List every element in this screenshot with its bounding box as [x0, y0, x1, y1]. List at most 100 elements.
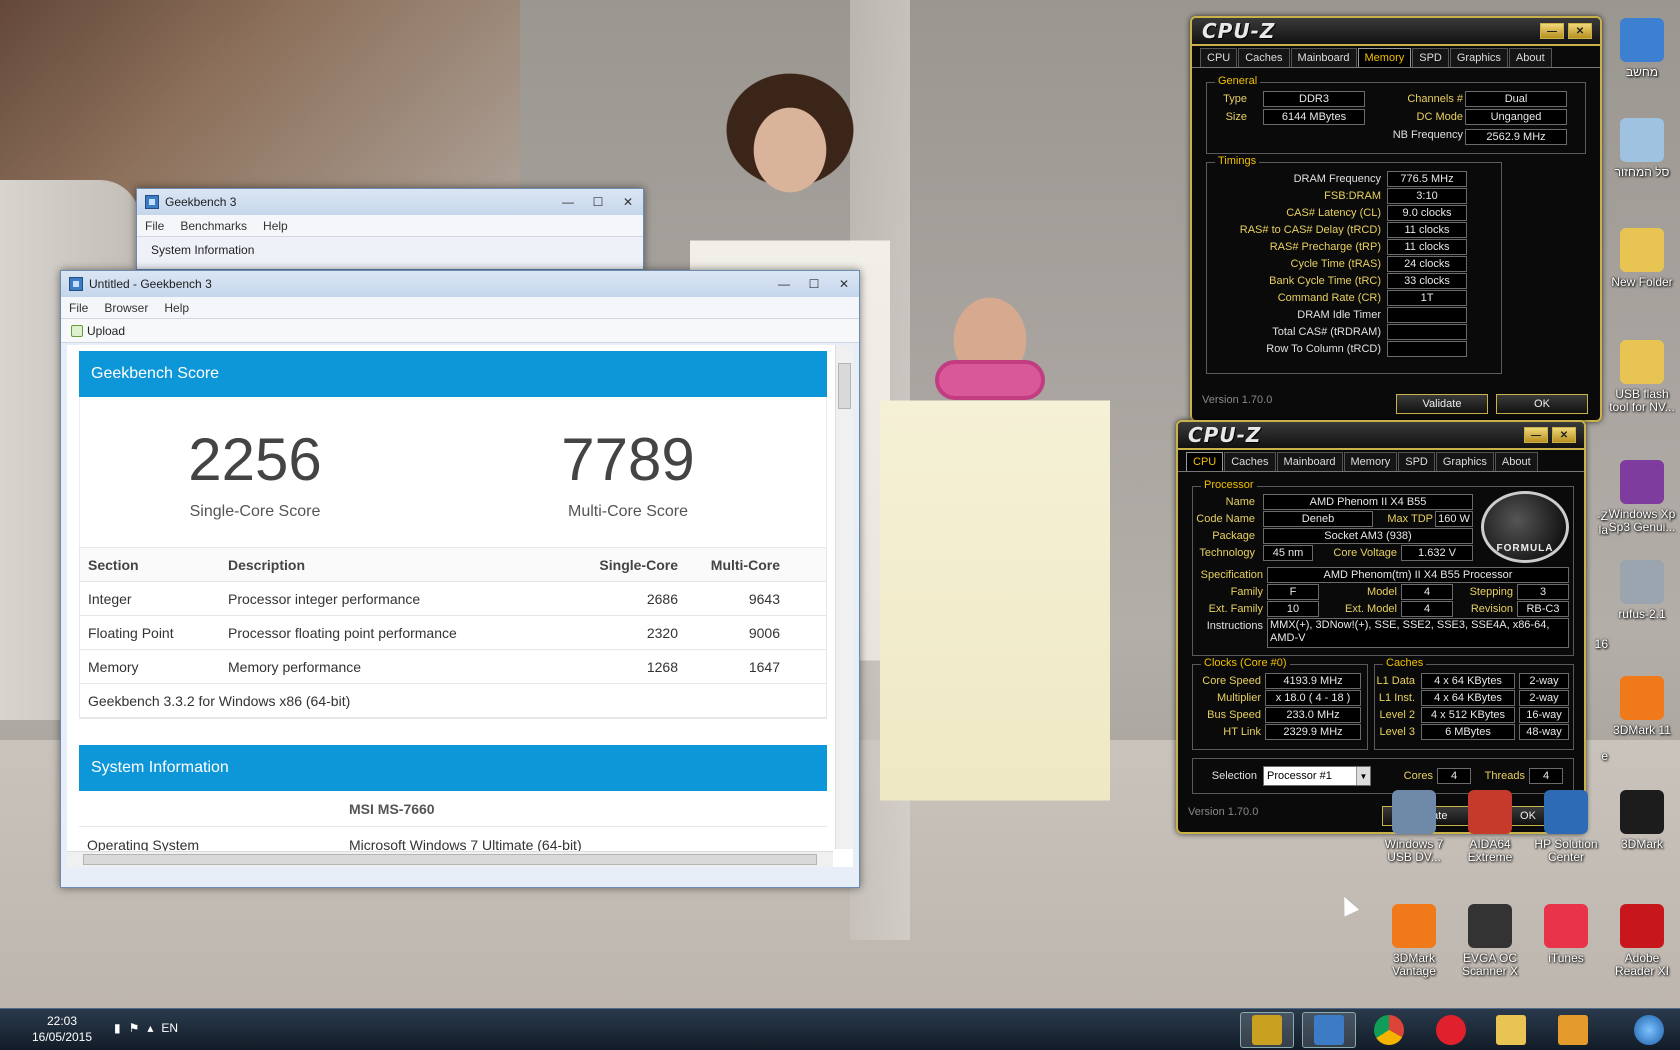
title-bar[interactable]: Geekbench 3 — ☐ ✕: [137, 189, 643, 215]
taskbar-explorer-button[interactable]: [1484, 1012, 1538, 1048]
menu-file[interactable]: File: [61, 301, 96, 315]
timing-value: 776.5 MHz: [1387, 171, 1467, 187]
maximize-button[interactable]: ☐: [583, 192, 613, 212]
start-button[interactable]: [1622, 1012, 1676, 1048]
tab-caches[interactable]: Caches: [1238, 48, 1290, 67]
desktop-icon-label: Adobe Reader XI: [1614, 951, 1670, 978]
flag-icon[interactable]: ⚑: [129, 1021, 140, 1035]
tab-cpu[interactable]: CPU: [1186, 452, 1224, 471]
single-core-label: Single-Core Score: [189, 503, 321, 520]
level3-label: Level 3: [1379, 726, 1415, 738]
core-speed-value: 4193.9 MHz: [1265, 673, 1361, 689]
close-button[interactable]: ✕: [829, 274, 859, 294]
tab-graphics[interactable]: Graphics: [1435, 452, 1494, 471]
ok-button[interactable]: OK: [1496, 394, 1588, 414]
desktop-icon[interactable]: USB flash tool for NV...: [1604, 340, 1680, 414]
geekbench-back-window[interactable]: Geekbench 3 — ☐ ✕ File Benchmarks Help S…: [136, 188, 644, 270]
desktop-icon[interactable]: Windows 7 USB DV...: [1376, 790, 1452, 864]
desktop-icon[interactable]: מחשב: [1604, 18, 1680, 79]
tab-about[interactable]: About: [1494, 452, 1538, 471]
title-bar[interactable]: Untitled - Geekbench 3 — ☐ ✕: [61, 271, 859, 297]
close-button[interactable]: ✕: [613, 192, 643, 212]
tab-graphics[interactable]: Graphics: [1449, 48, 1508, 67]
upload-button[interactable]: Upload: [71, 324, 125, 338]
size-value: 6144 MBytes: [1263, 109, 1365, 125]
cell-description: Processor integer performance: [228, 590, 421, 607]
maximize-button[interactable]: ☐: [799, 274, 829, 294]
desktop-icon[interactable]: HP Solution Center: [1528, 790, 1604, 864]
multi-core-label: Multi-Core Score: [567, 503, 689, 520]
scroll-thumb[interactable]: [83, 854, 817, 865]
taskbar-media-button[interactable]: [1546, 1012, 1600, 1048]
tab-memory[interactable]: Memory: [1343, 452, 1398, 471]
cell-multi: 9643: [748, 590, 780, 607]
menu-browser[interactable]: Browser: [96, 301, 156, 315]
desktop-icon[interactable]: Windows Xp Sp3 Genui...: [1604, 460, 1680, 534]
tab-mainboard[interactable]: Mainboard: [1290, 48, 1357, 67]
horizontal-scrollbar[interactable]: [67, 851, 833, 867]
title-bar[interactable]: CPU-Z — ✕: [1192, 18, 1600, 46]
desktop-icon-label: Windows 7 USB DV...: [1384, 837, 1444, 864]
level2-way: 16-way: [1519, 707, 1569, 723]
tab-bar: CPU Caches Mainboard Memory SPD Graphics…: [1192, 46, 1600, 68]
package-label: Package: [1212, 530, 1255, 542]
scroll-thumb[interactable]: [838, 363, 851, 409]
desktop-icon[interactable]: Adobe Reader XI: [1604, 904, 1680, 978]
taskbar-opera-button[interactable]: [1424, 1012, 1478, 1048]
results-panel[interactable]: Geekbench Score 2256 Single-Core Score 7…: [67, 345, 853, 867]
minimize-button[interactable]: —: [1524, 427, 1548, 443]
desktop-icon[interactable]: EVGA OC Scanner X: [1452, 904, 1528, 978]
desktop-icon[interactable]: AIDA64 Extreme: [1452, 790, 1528, 864]
maxtdp-label: Max TDP: [1387, 513, 1433, 525]
language-indicator[interactable]: EN: [161, 1021, 178, 1035]
close-button[interactable]: ✕: [1568, 23, 1592, 39]
tab-mainboard[interactable]: Mainboard: [1276, 452, 1343, 471]
taskbar-cpuz-button[interactable]: [1240, 1012, 1294, 1048]
desktop-icon[interactable]: 3DMark Vantage: [1376, 904, 1452, 978]
cpuz-memory-window[interactable]: CPU-Z — ✕ CPU Caches Mainboard Memory SP…: [1190, 16, 1602, 422]
window-title: Untitled - Geekbench 3: [89, 277, 212, 291]
timing-value: 24 clocks: [1387, 256, 1467, 272]
tab-about[interactable]: About: [1508, 48, 1552, 67]
minimize-button[interactable]: —: [769, 274, 799, 294]
minimize-button[interactable]: —: [1540, 23, 1564, 39]
cpuz-cpu-window[interactable]: CPU-Z — ✕ CPU Caches Mainboard Memory SP…: [1176, 420, 1586, 834]
menu-help[interactable]: Help: [156, 301, 197, 315]
tab-cpu[interactable]: CPU: [1200, 48, 1238, 67]
desktop-icon[interactable]: 3DMark 11: [1604, 676, 1680, 737]
tab-spd[interactable]: SPD: [1412, 48, 1449, 67]
timing-label: RAS# to CAS# Delay (tRCD): [1239, 224, 1381, 236]
l1-data-value: 4 x 64 KBytes: [1421, 673, 1515, 689]
desktop-icon[interactable]: 3DMark: [1604, 790, 1680, 851]
desktop-icon[interactable]: iTunes: [1528, 904, 1604, 965]
family-label: Family: [1230, 586, 1263, 598]
cpuz-logo: CPU-Z: [1188, 423, 1262, 447]
menu-benchmarks[interactable]: Benchmarks: [172, 219, 255, 233]
clock[interactable]: 22:03 16/05/2015: [14, 1013, 110, 1045]
tab-caches[interactable]: Caches: [1224, 452, 1276, 471]
validate-button[interactable]: Validate: [1396, 394, 1488, 414]
tab-memory[interactable]: Memory: [1357, 48, 1412, 67]
menu-file[interactable]: File: [137, 219, 172, 233]
menu-help[interactable]: Help: [255, 219, 296, 233]
close-button[interactable]: ✕: [1552, 427, 1576, 443]
desktop-icon[interactable]: rufus-2.1: [1604, 560, 1680, 621]
network-icon[interactable]: ▮: [114, 1021, 121, 1035]
windows-start-icon: [1634, 1015, 1664, 1045]
processor-select[interactable]: Processor #1 ▼: [1263, 766, 1371, 786]
tray-expand-icon[interactable]: ▴: [147, 1021, 153, 1035]
timing-value: 11 clocks: [1387, 239, 1467, 255]
tab-spd[interactable]: SPD: [1398, 452, 1435, 471]
title-bar[interactable]: CPU-Z — ✕: [1178, 422, 1584, 450]
cell-section: Floating Point: [88, 624, 174, 641]
vertical-scrollbar[interactable]: [835, 345, 853, 849]
geekbench-main-window[interactable]: Untitled - Geekbench 3 — ☐ ✕ File Browse…: [60, 270, 860, 888]
desktop-icon[interactable]: סל המחזור: [1604, 118, 1680, 179]
taskbar-chrome-button[interactable]: [1362, 1012, 1416, 1048]
instructions-value: MMX(+), 3DNow!(+), SSE, SSE2, SSE3, SSE4…: [1267, 618, 1569, 648]
minimize-button[interactable]: —: [553, 192, 583, 212]
timing-value: 1T: [1387, 290, 1467, 306]
desktop-icon[interactable]: New Folder: [1604, 228, 1680, 289]
timing-label: CAS# Latency (CL): [1286, 207, 1381, 219]
taskbar-geekbench-button[interactable]: [1302, 1012, 1356, 1048]
